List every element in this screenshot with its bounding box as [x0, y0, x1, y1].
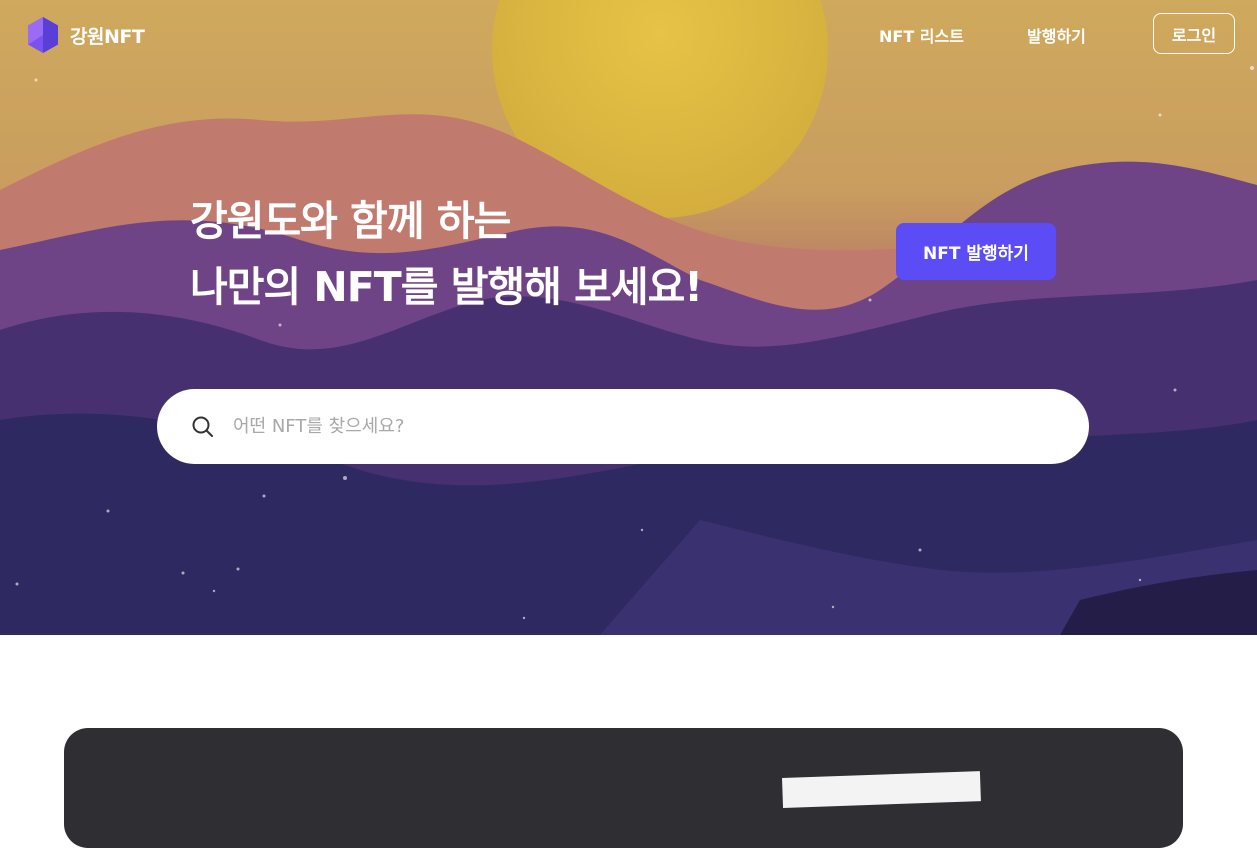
brand-name: 강원NFT [70, 25, 145, 48]
card-illustration [782, 771, 981, 808]
search-bar [157, 389, 1089, 464]
featured-card [64, 728, 1183, 848]
login-button[interactable]: 로그인 [1153, 13, 1235, 54]
search-input[interactable] [231, 415, 1035, 438]
brand-logo[interactable]: 강원NFT [26, 16, 145, 54]
top-navigation: 강원NFT NFT 리스트 발행하기 로그인 [0, 0, 1257, 70]
nav-link-nft-list[interactable]: NFT 리스트 [879, 23, 964, 47]
search-icon[interactable] [191, 415, 215, 439]
issue-nft-button[interactable]: NFT 발행하기 [896, 223, 1056, 280]
hero-headline: 강원도와 함께 하는 나만의 NFT를 발행해 보세요! [190, 188, 703, 320]
headline-line-2: 나만의 NFT를 발행해 보세요! [190, 263, 703, 311]
hexagon-logo-icon [28, 17, 58, 53]
nav-link-issue[interactable]: 발행하기 [1027, 23, 1086, 47]
hero-banner: 강원NFT NFT 리스트 발행하기 로그인 강원도와 함께 하는 나만의 NF… [0, 0, 1257, 635]
headline-line-1: 강원도와 함께 하는 [190, 197, 511, 245]
